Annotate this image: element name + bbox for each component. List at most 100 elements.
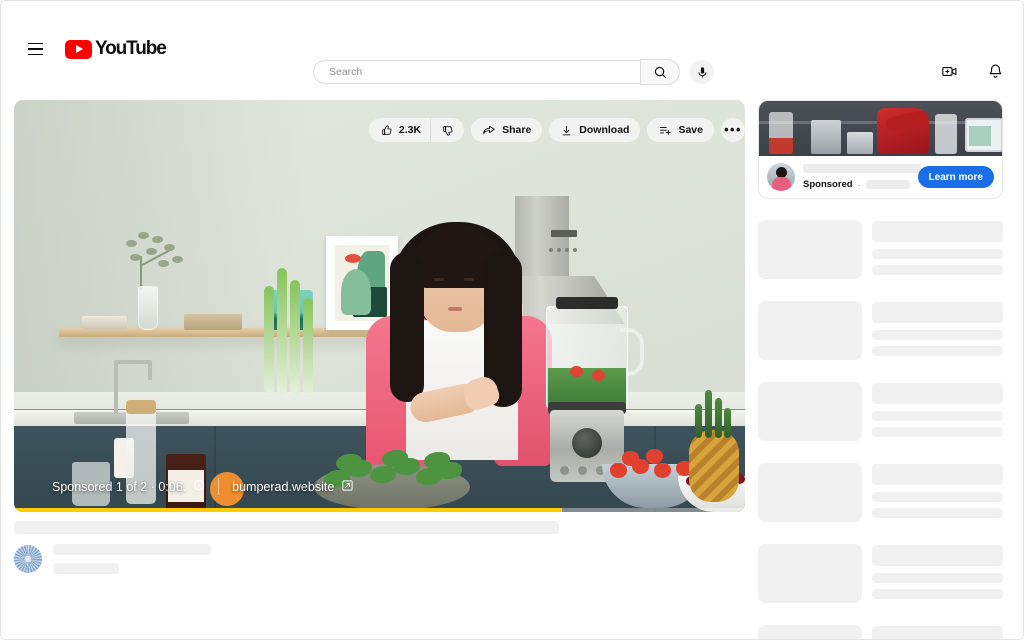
channel-placeholder xyxy=(872,411,1003,421)
channel-name-placeholder xyxy=(53,544,211,555)
related-video-skeleton-row xyxy=(758,544,1003,603)
thumbnail-placeholder xyxy=(758,625,862,639)
ad-footer: Sponsored · Learn more xyxy=(759,156,1002,198)
search-box[interactable] xyxy=(313,60,640,84)
metadata-placeholder xyxy=(872,544,1003,603)
thumbs-down-icon xyxy=(443,125,453,136)
channel-placeholder xyxy=(872,249,1003,259)
advertiser-avatar[interactable] xyxy=(767,163,795,191)
ad-visit-url[interactable]: bumperad.website xyxy=(232,480,334,494)
download-button[interactable]: Download xyxy=(549,118,641,142)
share-label: Share xyxy=(502,124,532,136)
info-circle-icon[interactable] xyxy=(193,479,205,494)
subscriber-count-placeholder xyxy=(53,563,119,574)
search-area xyxy=(313,59,714,85)
related-video-skeleton-row xyxy=(758,382,1003,441)
channel-placeholder xyxy=(872,573,1003,583)
related-videos-skeleton-list xyxy=(758,220,1003,639)
thumbnail-placeholder xyxy=(758,544,862,603)
secondary-column: Sponsored · Learn more xyxy=(758,100,1003,639)
related-video-skeleton-row xyxy=(758,301,1003,360)
video-actions: 2.3K Share Download Save ••• xyxy=(368,118,745,142)
ad-separator xyxy=(218,478,220,495)
save-label: Save xyxy=(678,124,703,136)
views-placeholder xyxy=(872,508,1003,518)
learn-more-button[interactable]: Learn more xyxy=(917,166,994,188)
title-placeholder xyxy=(872,302,1003,323)
thumbnail-placeholder xyxy=(758,220,862,279)
masthead-header: YouTube xyxy=(1,1,1023,97)
masthead-end xyxy=(937,59,1007,83)
video-metadata: 2.3K Share Download Save ••• xyxy=(14,118,745,574)
thumbnail-placeholder xyxy=(758,382,862,441)
notifications-button[interactable] xyxy=(983,59,1007,83)
like-button[interactable]: 2.3K xyxy=(368,118,431,142)
strawberry xyxy=(622,451,639,466)
sidebar-ad-card[interactable]: Sponsored · Learn more xyxy=(758,100,1003,199)
related-video-skeleton-row xyxy=(758,463,1003,522)
pineapple xyxy=(685,386,741,502)
books-stack xyxy=(82,316,127,329)
dislike-button[interactable] xyxy=(431,118,465,142)
hamburger-menu-icon[interactable] xyxy=(15,29,55,69)
youtube-logo[interactable]: YouTube xyxy=(65,38,167,60)
voice-search-button[interactable] xyxy=(690,60,714,84)
like-count: 2.3K xyxy=(398,124,422,136)
metadata-placeholder xyxy=(872,220,1003,279)
video-frame-image xyxy=(14,100,745,512)
search-input[interactable] xyxy=(329,66,640,78)
strawberry xyxy=(654,463,671,478)
youtube-play-icon xyxy=(65,39,92,59)
views-placeholder xyxy=(872,589,1003,599)
channel-text-placeholders xyxy=(53,544,211,574)
title-placeholder xyxy=(872,464,1003,485)
views-placeholder xyxy=(872,427,1003,437)
ad-overlay-bar: Sponsored 1 of 2 · 0:06. bumperad.websit… xyxy=(14,478,354,495)
metadata-placeholder xyxy=(872,382,1003,441)
ad-banner-image[interactable] xyxy=(759,101,1002,156)
faucet-spout xyxy=(148,362,152,380)
thumbnail-placeholder xyxy=(758,301,862,360)
leek-bunch xyxy=(264,262,320,394)
eucalyptus-branch xyxy=(122,230,184,292)
ad-progress-bar[interactable] xyxy=(14,508,745,512)
create-video-icon xyxy=(941,66,956,76)
youtube-logo-text: YouTube xyxy=(95,38,167,59)
glass-vase xyxy=(138,286,158,330)
channel-row: 2.3K Share Download Save ••• xyxy=(14,118,745,574)
ad-progress-fill xyxy=(14,508,563,512)
related-video-skeleton-row xyxy=(758,220,1003,279)
metadata-placeholder xyxy=(872,625,1003,639)
external-link-icon[interactable] xyxy=(341,479,354,495)
more-actions-button[interactable]: ••• xyxy=(721,118,745,142)
metadata-placeholder xyxy=(872,463,1003,522)
related-video-skeleton-row xyxy=(758,625,1003,639)
ad-advertiser-placeholder xyxy=(865,180,910,189)
channel-avatar[interactable] xyxy=(14,545,42,573)
notifications-bell-icon xyxy=(989,64,1001,78)
masthead-start: YouTube xyxy=(15,29,167,69)
channel-placeholder xyxy=(872,330,1003,340)
video-player[interactable]: Sponsored 1 of 2 · 0:06. bumperad.websit… xyxy=(14,100,745,512)
thumbs-up-icon xyxy=(382,124,392,135)
metadata-placeholder xyxy=(872,301,1003,360)
youtube-watch-page: YouTube Search Sponsored 1 of 2 · 0:06. … xyxy=(0,0,1024,640)
ad-separator-dot: · xyxy=(857,179,861,190)
bottle-cork xyxy=(126,400,156,414)
download-label: Download xyxy=(579,124,630,136)
title-placeholder xyxy=(872,221,1003,242)
channel-placeholder xyxy=(872,492,1003,502)
share-button[interactable]: Share xyxy=(471,118,543,142)
search-button[interactable] xyxy=(640,59,680,85)
faucet-stem xyxy=(114,362,118,414)
ad-text-block: Sponsored · xyxy=(803,164,921,190)
create-video-button[interactable] xyxy=(937,59,961,83)
ad-sponsored-text: Sponsored 1 of 2 · 0:06. xyxy=(52,479,187,494)
views-placeholder xyxy=(872,265,1003,275)
primary-column: Sponsored 1 of 2 · 0:06. bumperad.websit… xyxy=(14,100,745,574)
save-button[interactable]: Save xyxy=(647,118,714,142)
faucet-arm xyxy=(114,360,152,364)
strawberry xyxy=(646,449,663,464)
share-arrow-icon xyxy=(483,125,495,134)
title-placeholder xyxy=(872,545,1003,566)
